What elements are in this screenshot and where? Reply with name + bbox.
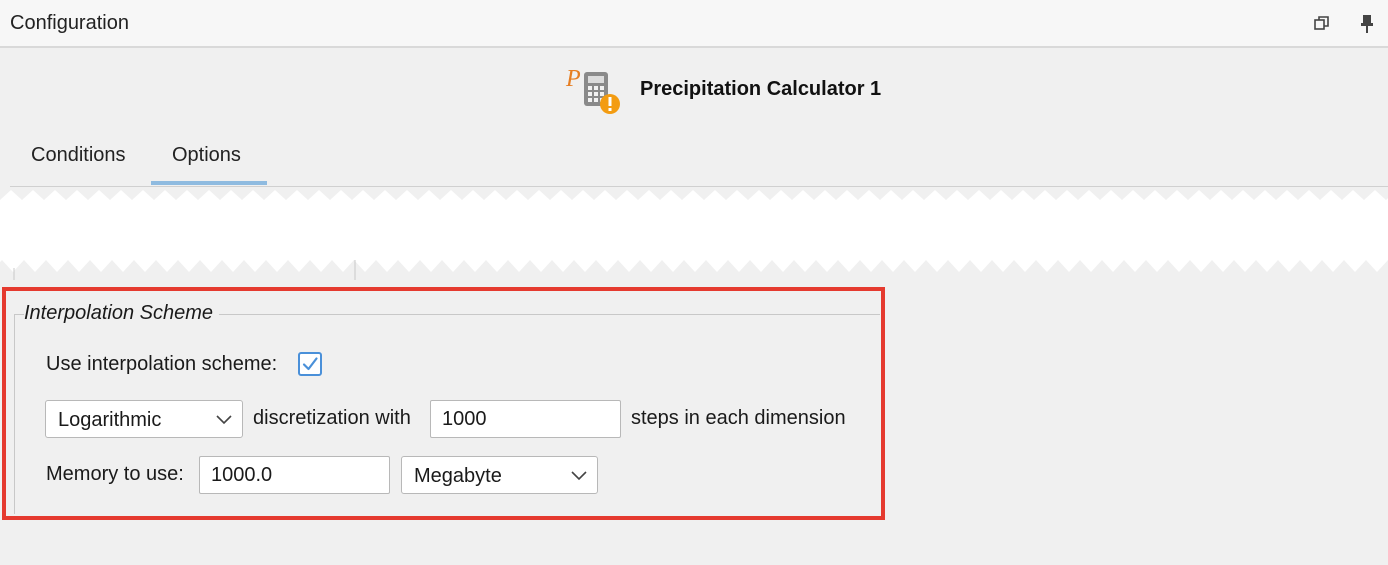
- memory-unit-value: Megabyte: [414, 465, 502, 487]
- use-interpolation-label: Use interpolation scheme:: [46, 353, 278, 375]
- tab-bar: Conditions Options: [10, 140, 1388, 187]
- checkmark-icon: [302, 357, 318, 371]
- component-header: P Precipitation Calculator 1: [564, 62, 984, 118]
- use-interpolation-checkbox[interactable]: [298, 352, 322, 376]
- scheme-dropdown-value: Logarithmic: [58, 409, 162, 431]
- tab-options[interactable]: Options: [172, 144, 241, 167]
- discretization-label: discretization with: [253, 407, 411, 429]
- restore-window-icon[interactable]: [1313, 14, 1331, 32]
- window-titlebar: Configuration: [0, 0, 1388, 48]
- steps-label: steps in each dimension: [631, 407, 846, 429]
- precipitation-calculator-warning-icon: P: [564, 62, 622, 118]
- torn-edge-separator: [0, 190, 1388, 280]
- svg-text:P: P: [565, 66, 581, 92]
- tab-conditions[interactable]: Conditions: [31, 144, 126, 167]
- scheme-dropdown[interactable]: Logarithmic: [45, 400, 243, 438]
- component-title: Precipitation Calculator 1: [640, 78, 882, 100]
- group-title: Interpolation Scheme: [24, 302, 220, 325]
- memory-unit-dropdown[interactable]: Megabyte: [401, 456, 598, 494]
- memory-input[interactable]: [199, 456, 390, 494]
- chevron-down-icon: [216, 415, 232, 425]
- window-title: Configuration: [10, 12, 129, 34]
- memory-label: Memory to use:: [46, 463, 184, 485]
- selected-tab-indicator: [151, 181, 267, 185]
- steps-input[interactable]: [430, 400, 621, 438]
- chevron-down-icon: [571, 471, 587, 481]
- pin-icon[interactable]: [1358, 14, 1376, 33]
